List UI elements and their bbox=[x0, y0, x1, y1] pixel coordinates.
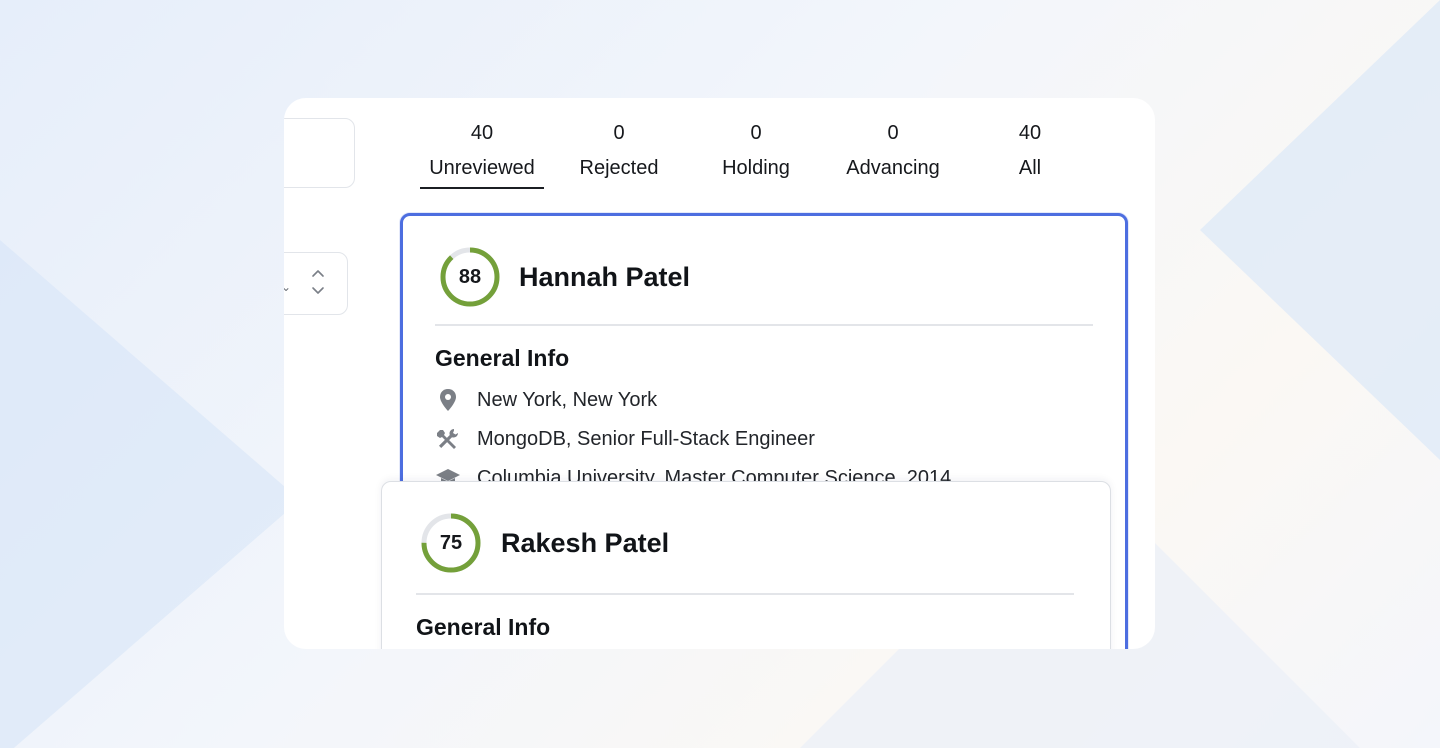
tab-unreviewed[interactable]: 40 Unreviewed bbox=[417, 120, 547, 181]
candidate-card[interactable]: 75 Rakesh Patel General Info bbox=[381, 481, 1111, 649]
tab-label: Advancing bbox=[846, 157, 940, 179]
tab-label: Holding bbox=[722, 157, 790, 179]
tab-count: 40 bbox=[470, 122, 494, 144]
info-row-location: New York, New York bbox=[435, 386, 657, 414]
tab-rejected[interactable]: 0 Rejected bbox=[554, 120, 684, 181]
tab-count: 0 bbox=[887, 122, 899, 144]
match-score-ring: 88 bbox=[439, 246, 501, 308]
info-row-job: MongoDB, Senior Full-Stack Engineer bbox=[435, 425, 815, 453]
tab-label: All bbox=[1018, 157, 1042, 179]
select-arrows-icon bbox=[312, 270, 324, 294]
tab-label: Rejected bbox=[579, 157, 659, 179]
match-score: 88 bbox=[458, 265, 482, 288]
card-divider bbox=[416, 593, 1074, 595]
card-divider bbox=[435, 324, 1093, 326]
candidate-review-panel: ⌄ 40 Unreviewed 0 Rejected 0 Holding 0 A… bbox=[284, 98, 1155, 649]
match-score-ring: 75 bbox=[420, 512, 482, 574]
background-shape-left bbox=[0, 240, 300, 748]
section-title: General Info bbox=[416, 614, 551, 640]
sort-select[interactable]: ⌄ bbox=[284, 252, 348, 315]
map-pin-icon bbox=[435, 387, 461, 413]
tab-holding[interactable]: 0 Holding bbox=[691, 120, 821, 181]
match-score: 75 bbox=[439, 531, 463, 554]
tab-advancing[interactable]: 0 Advancing bbox=[828, 120, 958, 181]
job-text: MongoDB, Senior Full-Stack Engineer bbox=[477, 427, 815, 450]
select-value-glyph: ⌄ bbox=[284, 280, 292, 294]
tab-count: 0 bbox=[750, 122, 762, 144]
tab-all[interactable]: 40 All bbox=[965, 120, 1095, 181]
location-text: New York, New York bbox=[477, 388, 658, 411]
tools-icon bbox=[435, 426, 461, 452]
tab-label: Unreviewed bbox=[429, 157, 535, 179]
active-tab-indicator bbox=[420, 187, 544, 189]
background-shape-right bbox=[1200, 0, 1440, 460]
candidate-name[interactable]: Hannah Patel bbox=[519, 262, 690, 293]
tab-count: 0 bbox=[613, 122, 625, 144]
section-title: General Info bbox=[435, 345, 570, 371]
tab-count: 40 bbox=[1018, 122, 1042, 144]
status-tabs: 40 Unreviewed 0 Rejected 0 Holding 0 Adv… bbox=[284, 98, 1155, 198]
candidate-name[interactable]: Rakesh Patel bbox=[501, 528, 669, 559]
